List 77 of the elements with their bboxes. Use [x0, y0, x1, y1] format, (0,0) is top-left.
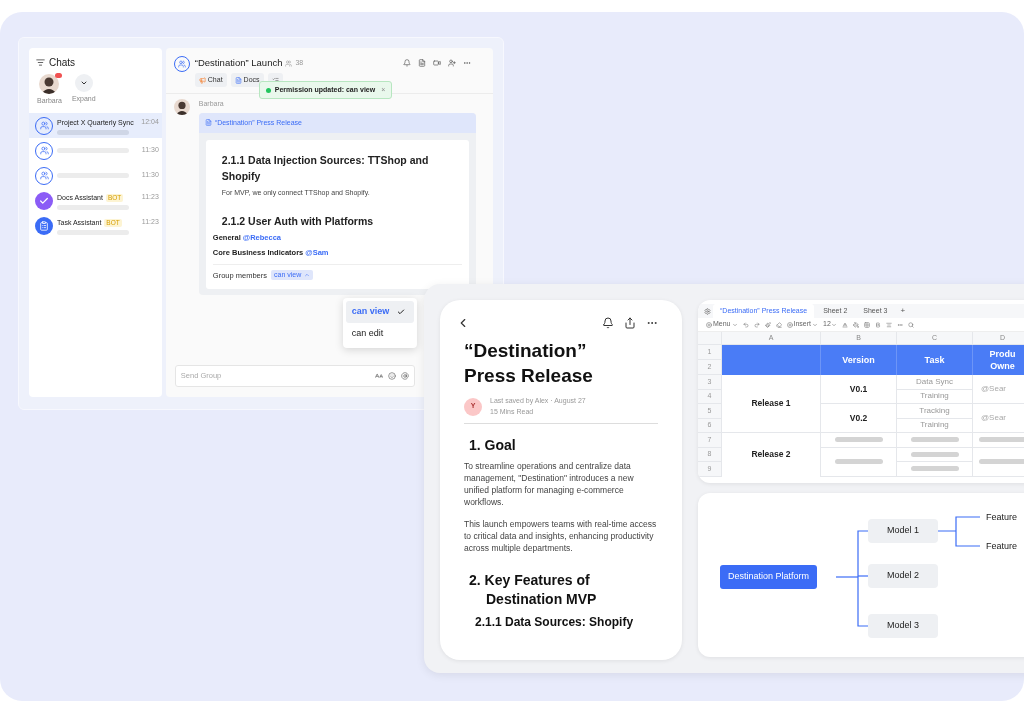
mention-icon[interactable] [400, 372, 409, 380]
cell-placeholder [910, 451, 959, 457]
cell-placeholder [834, 459, 883, 464]
section-heading: 2. Key Features of Destination MVP [469, 571, 598, 609]
topic-node: Model 1 [868, 519, 938, 543]
search-icon[interactable] [907, 321, 914, 328]
table-cell: Release 1 [722, 375, 821, 433]
align-icon[interactable] [885, 321, 892, 328]
caret-icon [731, 321, 738, 328]
chat-title: “Destination” Launch [194, 56, 283, 70]
header-cell: Produ Owne [973, 345, 1024, 375]
megaphone-icon [198, 76, 206, 84]
format-painter-icon[interactable] [764, 321, 771, 328]
document-title: “Destination” Press Release [464, 339, 594, 388]
menu-item[interactable]: can edit [345, 323, 414, 345]
share-icon[interactable] [624, 317, 636, 329]
caret-icon [304, 272, 311, 279]
table-cell: @Sear [973, 404, 1024, 433]
list-icon [36, 58, 45, 67]
preview-placeholder [57, 130, 129, 135]
video-icon[interactable] [433, 59, 441, 68]
document-icon [234, 76, 242, 84]
header-cell: Version [821, 345, 897, 375]
caret-icon [830, 321, 837, 328]
table-cell: V0.2 [821, 404, 897, 433]
topic-node: Model 2 [868, 564, 938, 588]
circle-plus-icon [786, 321, 793, 328]
emoji-icon[interactable] [387, 372, 396, 380]
members-icon [285, 59, 293, 67]
text-color-icon[interactable] [841, 321, 848, 328]
subtopic-label: Feature [986, 540, 1018, 553]
avatar [173, 99, 190, 116]
section-heading: 2.1.2 User Auth with Platforms [221, 214, 375, 230]
check-icon [397, 308, 406, 316]
section-heading: 2.1.1 Data Injection Sources: TTShop and Shopify [221, 152, 430, 184]
menu-item[interactable]: can view [345, 301, 414, 323]
table-cell: Data Sync [897, 375, 973, 390]
undo-icon[interactable] [742, 321, 749, 328]
clipboard-icon [35, 216, 53, 235]
redo-icon[interactable] [753, 321, 760, 328]
text-format-icon[interactable] [374, 372, 383, 380]
sheet-menu-icon[interactable] [704, 307, 711, 315]
caret-icon [812, 321, 819, 328]
circle-plus-icon [706, 321, 712, 328]
cell-placeholder [910, 437, 959, 443]
sidebar-title: Chats [49, 56, 76, 70]
cell-placeholder [978, 437, 1024, 443]
table-cell: Release 2 [722, 433, 821, 477]
fill-color-icon[interactable] [852, 321, 859, 328]
bold-icon[interactable] [874, 321, 881, 328]
section-heading: 1. Goal [469, 436, 517, 455]
subtopic-label: Feature [986, 511, 1018, 524]
check-icon [35, 191, 53, 210]
header-cell: Task [897, 345, 973, 375]
table-cell: Tracking [897, 404, 973, 419]
cell-placeholder [910, 466, 959, 472]
topic-node: Model 3 [868, 614, 938, 638]
subsection-heading: 2.1.1 Data Sources: Shopify [475, 614, 635, 631]
table-cell: @Sear [973, 375, 1024, 404]
table-cell: V0.1 [821, 375, 897, 404]
table-cell: Training [897, 389, 973, 404]
add-sheet-button[interactable]: + [896, 305, 910, 317]
paragraph: To streamline operations and centralize data management, "Destination" introduces a new unified platform for managing e-commerce workflows. [464, 460, 635, 508]
document-icon[interactable] [418, 59, 426, 68]
avatar [39, 74, 60, 94]
bell-icon[interactable] [602, 317, 614, 329]
cell-placeholder [834, 437, 883, 443]
borders-icon[interactable] [863, 321, 870, 328]
cell-placeholder [978, 459, 1024, 464]
eraser-icon[interactable] [775, 321, 782, 328]
caret-icon [79, 79, 88, 87]
root-node: Destination Platform [720, 565, 818, 589]
document-icon [204, 119, 212, 127]
paragraph: This launch empowers teams with real-time access to critical data and insights, enhancing productivity across multiple departments. [464, 518, 658, 554]
list-icon [271, 76, 279, 84]
add-person-icon[interactable] [448, 59, 456, 68]
table-cell: Training [897, 418, 973, 433]
